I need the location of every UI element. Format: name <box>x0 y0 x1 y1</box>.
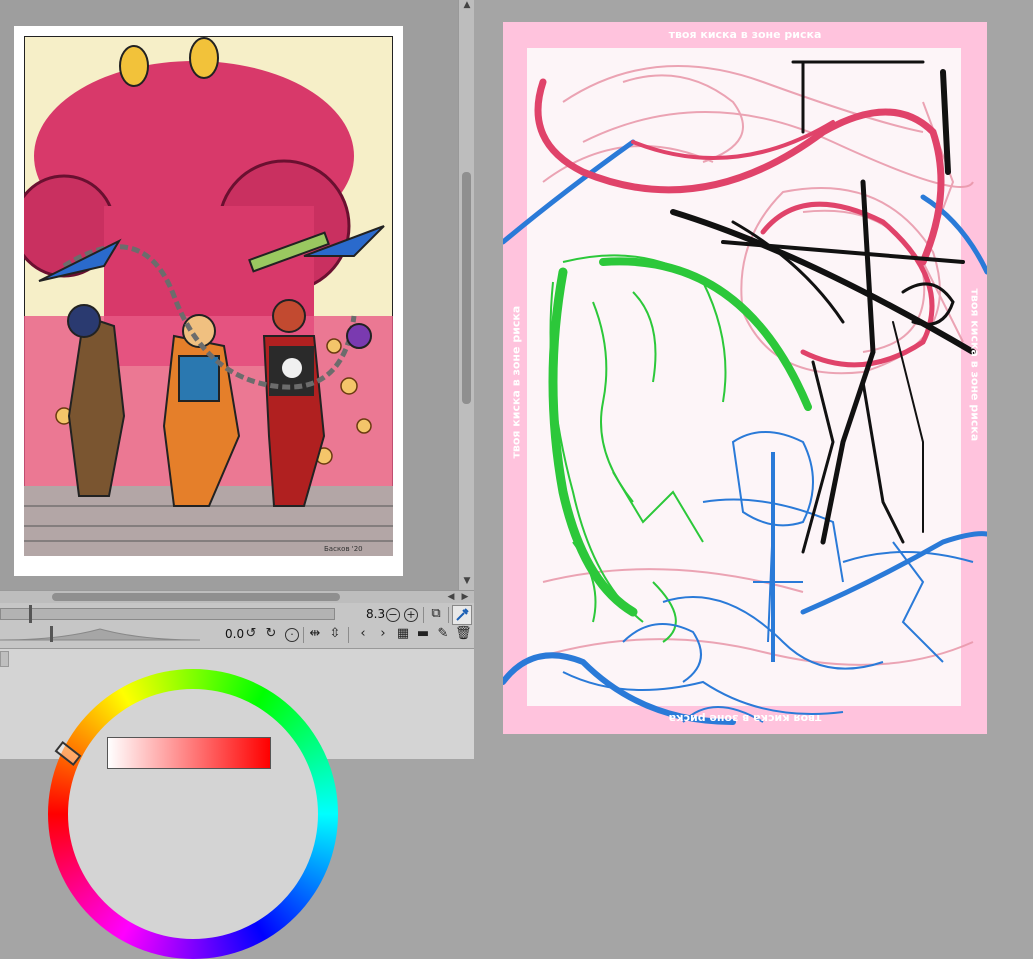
previous-icon[interactable]: ‹ <box>355 626 371 642</box>
zoom-value: 8.3 <box>366 607 386 621</box>
sketch-canvas[interactable]: твоя киска в зоне риска твоя киска в зон… <box>503 22 987 734</box>
zoom-slider-handle[interactable] <box>29 605 32 623</box>
color-wheel-panel <box>0 648 474 959</box>
panel-tab[interactable] <box>0 651 9 667</box>
scroll-down-icon[interactable]: ▼ <box>462 575 472 587</box>
rotate-right-icon[interactable]: ↻ <box>263 626 279 642</box>
scroll-left-icon[interactable]: ◀ <box>446 591 456 603</box>
horizontal-scroll-thumb[interactable] <box>52 593 340 601</box>
navigator-viewport[interactable]: Басков '20 <box>0 0 458 590</box>
reset-rotate-icon[interactable]: · <box>285 628 299 642</box>
divider <box>348 627 349 643</box>
sketch-strokes <box>503 60 987 725</box>
eyedropper-button[interactable] <box>452 605 472 625</box>
main-canvas-area[interactable]: твоя киска в зоне риска твоя киска в зон… <box>474 0 1033 758</box>
frame-text-right: твоя киска в зоне риска <box>968 288 982 442</box>
eyedropper-icon <box>456 608 469 621</box>
folder-icon[interactable]: ▬ <box>415 626 431 642</box>
divider <box>303 627 304 643</box>
navigator-horizontal-scrollbar[interactable]: ◀ ▶ <box>0 590 474 603</box>
flip-vertical-icon[interactable]: ⇳ <box>327 626 343 642</box>
trash-icon[interactable]: 🗑 <box>455 626 472 642</box>
hue-ring-inner <box>68 689 318 939</box>
divider <box>423 607 424 623</box>
navigator-paper: Басков '20 <box>14 26 403 576</box>
navigator-vertical-scrollbar[interactable]: ▲ ▼ <box>458 0 474 590</box>
rotation-value: 0.0 <box>225 627 245 641</box>
zoom-out-icon[interactable]: − <box>386 608 400 622</box>
flip-horizontal-icon[interactable]: ⇹ <box>307 626 323 642</box>
zoom-slider[interactable] <box>0 608 335 620</box>
scroll-up-icon[interactable]: ▲ <box>462 0 472 10</box>
scroll-right-icon[interactable]: ▶ <box>460 591 470 603</box>
saturation-value-square[interactable] <box>107 737 271 769</box>
frame-text-bottom: твоя киска в зоне риска <box>668 712 822 725</box>
navigator-panel: Басков '20 ▲ ▼ ◀ ▶ 8.3 − + ⧉ 0.0 ↺ ↻ · ⇹… <box>0 0 474 959</box>
next-icon[interactable]: › <box>375 626 391 642</box>
vertical-scroll-thumb[interactable] <box>462 172 471 404</box>
edit-icon[interactable]: ✎ <box>435 626 451 642</box>
frame-text-top: твоя киска в зоне риска <box>668 28 822 41</box>
rotation-slider[interactable] <box>0 626 200 642</box>
fit-icon[interactable]: ⧉ <box>428 606 444 622</box>
rotate-left-icon[interactable]: ↺ <box>243 626 259 642</box>
navigator-artwork-thumbnail: Басков '20 <box>24 36 393 556</box>
zoom-row: 8.3 − + ⧉ <box>0 604 474 626</box>
hue-ring[interactable] <box>48 669 338 959</box>
rotate-row: 0.0 ↺ ↻ · ⇹ ⇳ ‹ › ▦ ▬ ✎ 🗑 <box>0 624 474 646</box>
zoom-in-icon[interactable]: + <box>404 608 418 622</box>
artwork-signature: Басков '20 <box>324 545 363 553</box>
frame-text-left: твоя киска в зоне риска <box>509 305 523 459</box>
grid-icon[interactable]: ▦ <box>395 626 411 642</box>
divider <box>448 607 449 623</box>
